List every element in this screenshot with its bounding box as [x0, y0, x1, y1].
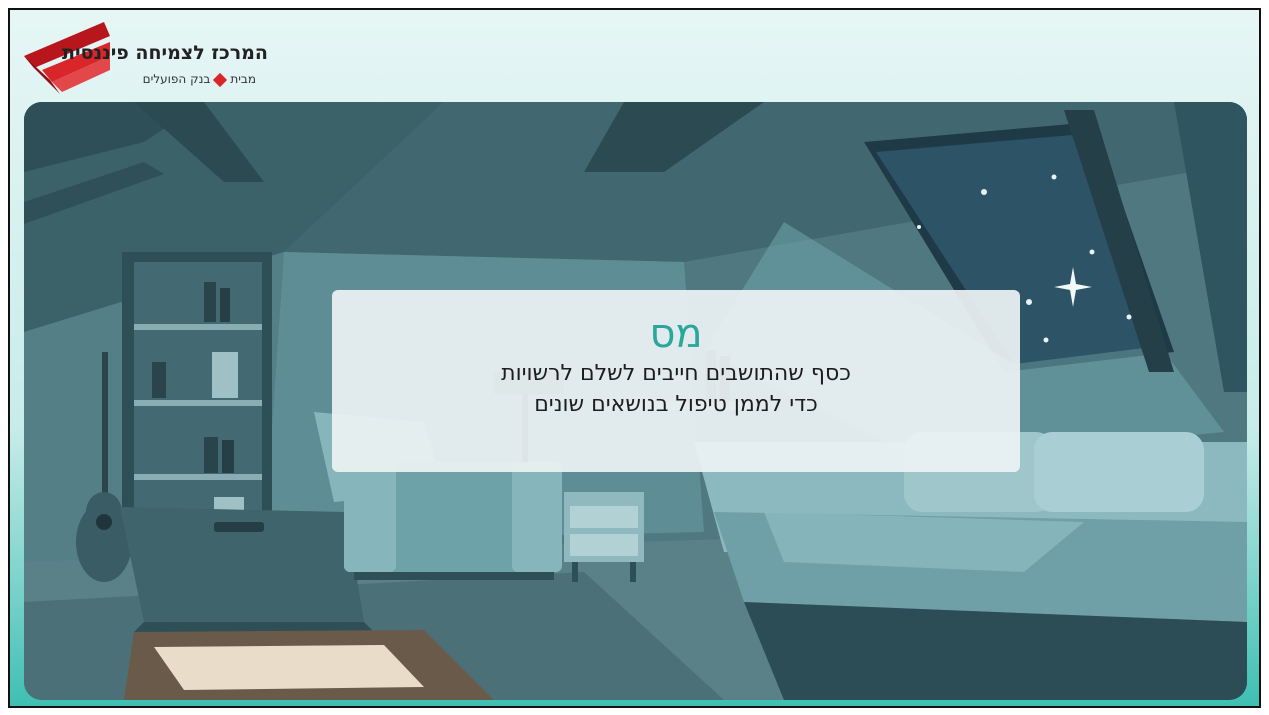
- diamond-icon: [213, 72, 228, 87]
- card-line-2: כדי לממן טיפול בנושאים שונים: [534, 392, 818, 417]
- card-title: מס: [649, 311, 703, 357]
- logo-sub-bank: בנק הפועלים: [142, 72, 211, 86]
- logo-title: המרכז לצמיחה פיננסית: [62, 42, 268, 64]
- logo-subtitle: מבית בנק הפועלים: [142, 72, 256, 87]
- slide-frame: המרכז לצמיחה פיננסית מבית בנק הפועלים מס …: [8, 8, 1261, 708]
- logo-sub-prefix: מבית: [230, 72, 256, 86]
- card-line-1: כסף שהתושבים חייבים לשלם לרשויות: [501, 361, 851, 386]
- logo: המרכז לצמיחה פיננסית מבית בנק הפועלים: [20, 16, 280, 100]
- definition-card: מס כסף שהתושבים חייבים לשלם לרשויות כדי …: [332, 290, 1020, 472]
- attic-scene: מס כסף שהתושבים חייבים לשלם לרשויות כדי …: [24, 102, 1247, 700]
